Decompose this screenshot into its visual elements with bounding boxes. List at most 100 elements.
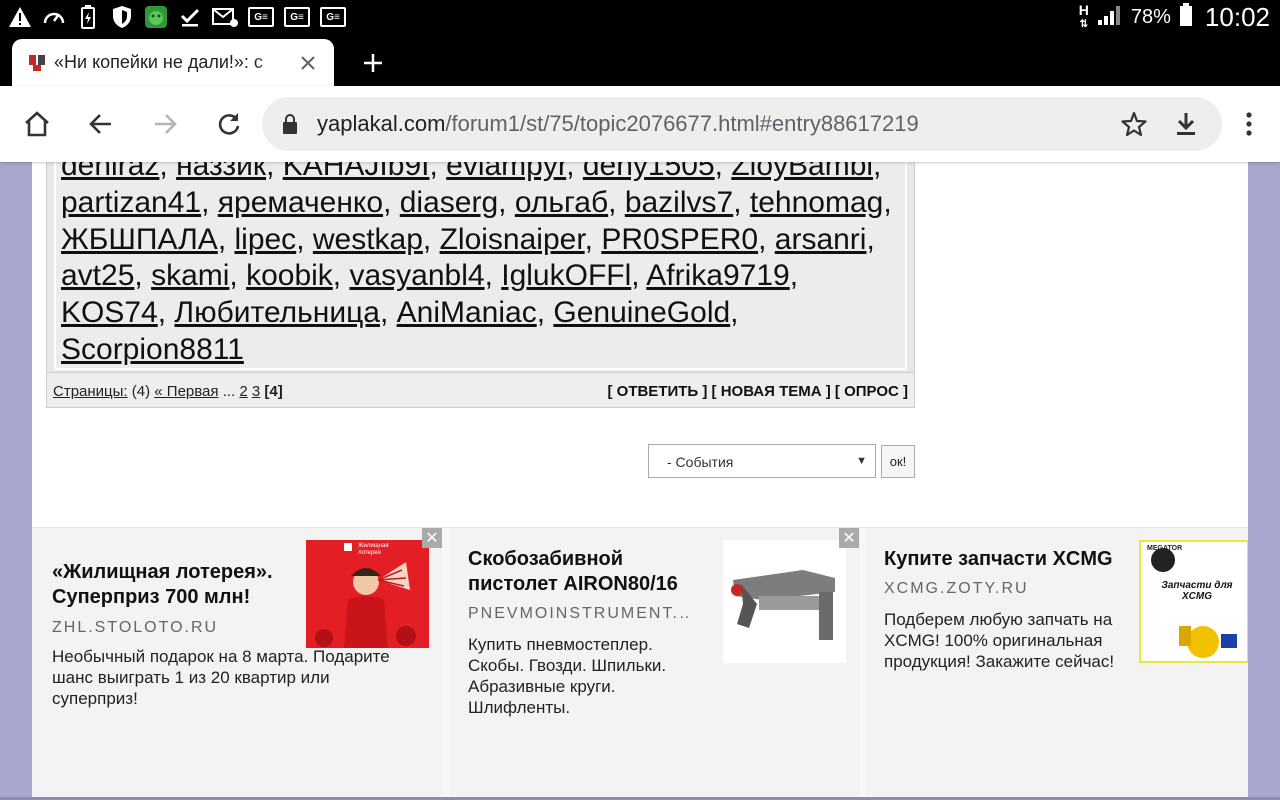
user-link[interactable]: Любительница	[174, 296, 380, 329]
arrow-left-icon	[89, 114, 111, 134]
user-separator: ,	[866, 222, 875, 256]
lock-icon	[282, 113, 298, 140]
user-link[interactable]: eviampyr	[446, 162, 566, 182]
ad-domain: XCMG.ZOTY.RU	[884, 580, 1029, 597]
ad-title[interactable]: Скобозабивной пистолет AIRON80/16	[468, 547, 708, 597]
clock: 10:02	[1204, 1, 1270, 32]
overflow-menu-button[interactable]	[1232, 104, 1266, 144]
user-link[interactable]: deny1505	[583, 162, 715, 182]
ad-card[interactable]: «Жилищная лотерея». Суперприз 700 млн! Z…	[32, 528, 442, 800]
user-separator: ,	[422, 222, 440, 256]
user-link[interactable]: tehnomag	[750, 186, 883, 219]
user-separator: ,	[733, 185, 750, 219]
user-link[interactable]: arsanri	[775, 223, 867, 256]
user-link[interactable]: lipec	[234, 223, 296, 256]
user-separator: ,	[296, 222, 313, 256]
user-link[interactable]: яремаченко	[218, 186, 383, 219]
status-bar: G≡ G≡ G≡ H ⇅ 78% 10:02	[0, 0, 1280, 34]
user-link[interactable]: Zloisnaiper	[440, 223, 585, 256]
network-type-indicator: H ⇅	[1078, 1, 1089, 30]
active-tab[interactable]: «Ни копейки не дали!»: с	[12, 39, 334, 86]
first-page-link[interactable]: « Первая	[154, 383, 218, 400]
user-link[interactable]: avt25	[61, 259, 134, 292]
forward-button[interactable]	[145, 104, 185, 144]
topic-actions: [ ОТВЕТИТЬ ] [ НОВАЯ ТЕМА ] [ ОПРОС ]	[607, 383, 908, 400]
ads-block: «Жилищная лотерея». Суперприз 700 млн! Z…	[32, 527, 1248, 800]
user-link[interactable]: ZloyBambi	[731, 162, 873, 182]
ad-image-caption: Запчасти для XCMG	[1161, 580, 1233, 602]
dropdown-arrow-icon: ▼	[856, 455, 867, 467]
new-tab-button[interactable]	[356, 46, 390, 80]
ad-description: Купить пневмостеплер. Скобы. Гвозди. Шпи…	[468, 635, 667, 717]
home-icon	[25, 111, 49, 137]
pagination-row: Страницы: (4) « Первая ... 2 3 [4] [ ОТВ…	[47, 372, 914, 406]
page-count: (4)	[131, 383, 151, 400]
reply-link[interactable]: [ ОТВЕТИТЬ ]	[607, 383, 707, 400]
user-link[interactable]: vasyanbl4	[349, 259, 484, 292]
bookmark-star-button[interactable]	[1120, 110, 1148, 143]
user-link[interactable]: skami	[151, 259, 229, 292]
user-link[interactable]: bazilvs7	[625, 186, 733, 219]
notification-icons: G≡ G≡ G≡	[8, 4, 346, 30]
reload-button[interactable]	[209, 104, 249, 144]
user-separator: ,	[383, 185, 400, 219]
user-link[interactable]: ЖБШПАЛА	[61, 223, 218, 256]
current-page: [4]	[264, 383, 283, 400]
download-button[interactable]	[1172, 110, 1200, 143]
ge-icon: G≡	[248, 5, 274, 29]
user-separator: ,	[229, 259, 247, 293]
user-link[interactable]: IglukOFFl	[501, 259, 631, 292]
ad-card[interactable]: Купите запчасти XCMG XCMG.ZOTY.RU Подбер…	[866, 528, 1248, 800]
ad-description: Необычный подарок на 8 марта. Подарите ш…	[52, 647, 390, 708]
events-dropdown[interactable]: - События ▼	[648, 444, 876, 478]
page-2-link[interactable]: 2	[239, 383, 247, 400]
user-separator: ,	[159, 162, 177, 182]
ge-icon: G≡	[320, 5, 346, 29]
user-separator: ,	[714, 162, 732, 182]
user-separator: ,	[883, 185, 892, 219]
user-link[interactable]: KOS74	[61, 296, 158, 329]
user-link[interactable]: partizan41	[61, 186, 201, 219]
user-link[interactable]: diaserg	[400, 186, 498, 219]
download-icon	[1177, 113, 1195, 135]
star-icon	[1121, 111, 1147, 137]
user-link[interactable]: deniraz	[61, 162, 159, 182]
user-link[interactable]: AniManiac	[397, 296, 537, 329]
user-separator: ,	[566, 162, 583, 182]
yaplakal-favicon	[28, 54, 46, 72]
ad-image[interactable]	[723, 540, 846, 663]
user-link[interactable]: GenuineGold	[553, 296, 730, 329]
back-button[interactable]	[81, 104, 121, 144]
address-bar[interactable]: yaplakal.com/forum1/st/75/topic2076677.h…	[262, 97, 1222, 151]
ad-card[interactable]: Скобозабивной пистолет AIRON80/16 PNEVMO…	[450, 528, 860, 800]
user-link[interactable]: наззик	[176, 162, 266, 182]
download-done-icon	[178, 5, 202, 29]
ad-title[interactable]: «Жилищная лотерея». Суперприз 700 млн!	[52, 560, 302, 610]
xcmg-parts-image	[1141, 542, 1247, 661]
home-button[interactable]	[17, 104, 57, 144]
page-3-link[interactable]: 3	[252, 383, 260, 400]
ad-close-button[interactable]: ✕	[422, 528, 442, 548]
user-link[interactable]: Scorpion8811	[61, 333, 244, 366]
url-text: yaplakal.com/forum1/st/75/topic2076677.h…	[317, 111, 919, 136]
user-link[interactable]: ольгаб	[515, 186, 608, 219]
pages-label-link[interactable]: Страницы:	[53, 383, 128, 400]
mail-icon	[212, 5, 238, 29]
user-separator: ,	[266, 162, 283, 182]
ad-image[interactable]: Жилищная лотерея	[306, 540, 429, 648]
ge-icon: G≡	[284, 5, 310, 29]
ad-close-button[interactable]: ✕	[839, 528, 859, 548]
pagination-ellipsis: ...	[222, 383, 236, 400]
poll-link[interactable]: [ ОПРОС ]	[835, 383, 908, 400]
ad-image[interactable]: MEGATOR Запчасти для XCMG	[1139, 540, 1248, 663]
user-link[interactable]: westkap	[313, 223, 423, 256]
user-link[interactable]: PR0SPER0	[601, 223, 758, 256]
new-topic-link[interactable]: [ НОВАЯ ТЕМА ]	[712, 383, 831, 400]
tab-close-button[interactable]	[296, 51, 320, 75]
ad-title[interactable]: Купите запчасти XCMG	[884, 547, 1134, 572]
user-link[interactable]: KAHAJIb9I	[283, 162, 430, 182]
user-link[interactable]: Afrika9719	[646, 259, 789, 292]
events-ok-button[interactable]: ок!	[881, 445, 915, 478]
arrow-right-icon	[155, 114, 177, 134]
user-link[interactable]: koobik	[246, 259, 333, 292]
